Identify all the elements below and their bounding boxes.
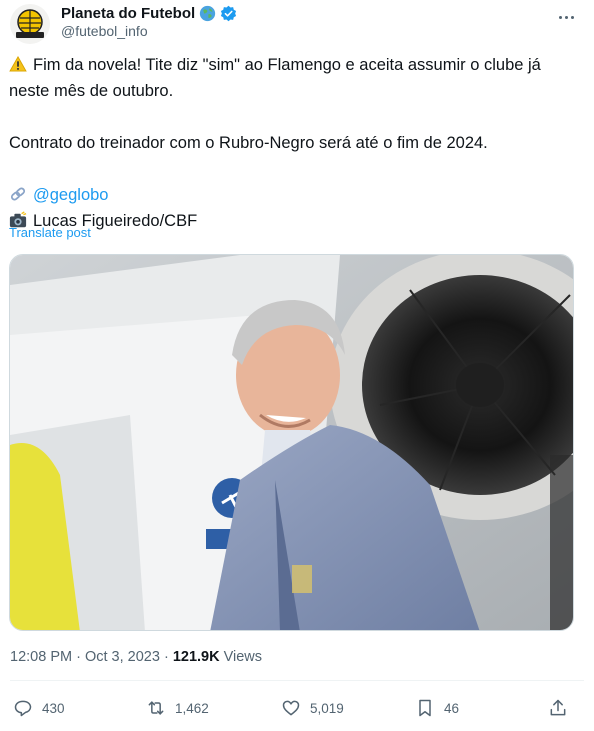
more-icon[interactable] bbox=[554, 8, 578, 26]
reply-button[interactable]: 430 bbox=[13, 693, 65, 723]
post-text: Fim da novela! Tite diz "sim" ao Flameng… bbox=[9, 52, 579, 234]
repost-button[interactable]: 1,462 bbox=[146, 693, 209, 723]
views-label: Views bbox=[219, 649, 263, 665]
like-button[interactable]: 5,019 bbox=[281, 693, 344, 723]
account-name[interactable]: Planeta do Futebol bbox=[61, 5, 195, 22]
bookmark-count: 46 bbox=[444, 700, 460, 716]
post-line-2: neste mês de outubro. bbox=[9, 82, 174, 100]
post-header: Planeta do Futebol @futebol_info bbox=[10, 2, 584, 46]
bookmark-button[interactable]: 46 bbox=[415, 693, 459, 723]
post-line-1-text: Fim da novela! Tite diz "sim" ao Flameng… bbox=[33, 56, 541, 74]
mention-link[interactable]: @geglobo bbox=[33, 186, 108, 204]
reply-count: 430 bbox=[42, 700, 65, 716]
like-icon bbox=[282, 700, 300, 716]
post-credit-line: Lucas Figueiredo/CBF bbox=[9, 208, 579, 234]
post-meta: 12:08 PM · Oct 3, 2023 · 121.9K Views bbox=[10, 649, 262, 665]
repost-count: 1,462 bbox=[175, 700, 209, 716]
action-bar: 430 1,462 5,019 46 bbox=[0, 693, 594, 723]
bookmark-icon bbox=[419, 699, 431, 717]
divider bbox=[10, 680, 584, 681]
post-image[interactable] bbox=[9, 254, 574, 631]
post-timestamp[interactable]: 12:08 PM · Oct 3, 2023 · bbox=[10, 649, 173, 665]
avatar[interactable] bbox=[10, 4, 50, 44]
translate-post-link[interactable]: Translate post bbox=[9, 225, 91, 240]
globe-icon bbox=[200, 5, 216, 21]
post-line-1: Fim da novela! Tite diz "sim" ao Flameng… bbox=[9, 52, 579, 78]
reply-icon bbox=[14, 700, 32, 717]
share-button[interactable] bbox=[548, 693, 568, 723]
account-handle[interactable]: @futebol_info bbox=[61, 23, 148, 39]
name-line: Planeta do Futebol bbox=[61, 3, 237, 23]
verified-badge-icon bbox=[221, 5, 237, 21]
like-count: 5,019 bbox=[310, 700, 344, 716]
post-mention-line: @geglobo bbox=[9, 182, 579, 208]
repost-icon bbox=[148, 701, 164, 715]
share-icon bbox=[550, 699, 566, 716]
views-count: 121.9K bbox=[172, 649, 220, 665]
post-line-3: Contrato do treinador com o Rubro-Negro … bbox=[9, 134, 488, 152]
link-icon bbox=[10, 187, 26, 201]
warning-icon bbox=[9, 56, 27, 72]
